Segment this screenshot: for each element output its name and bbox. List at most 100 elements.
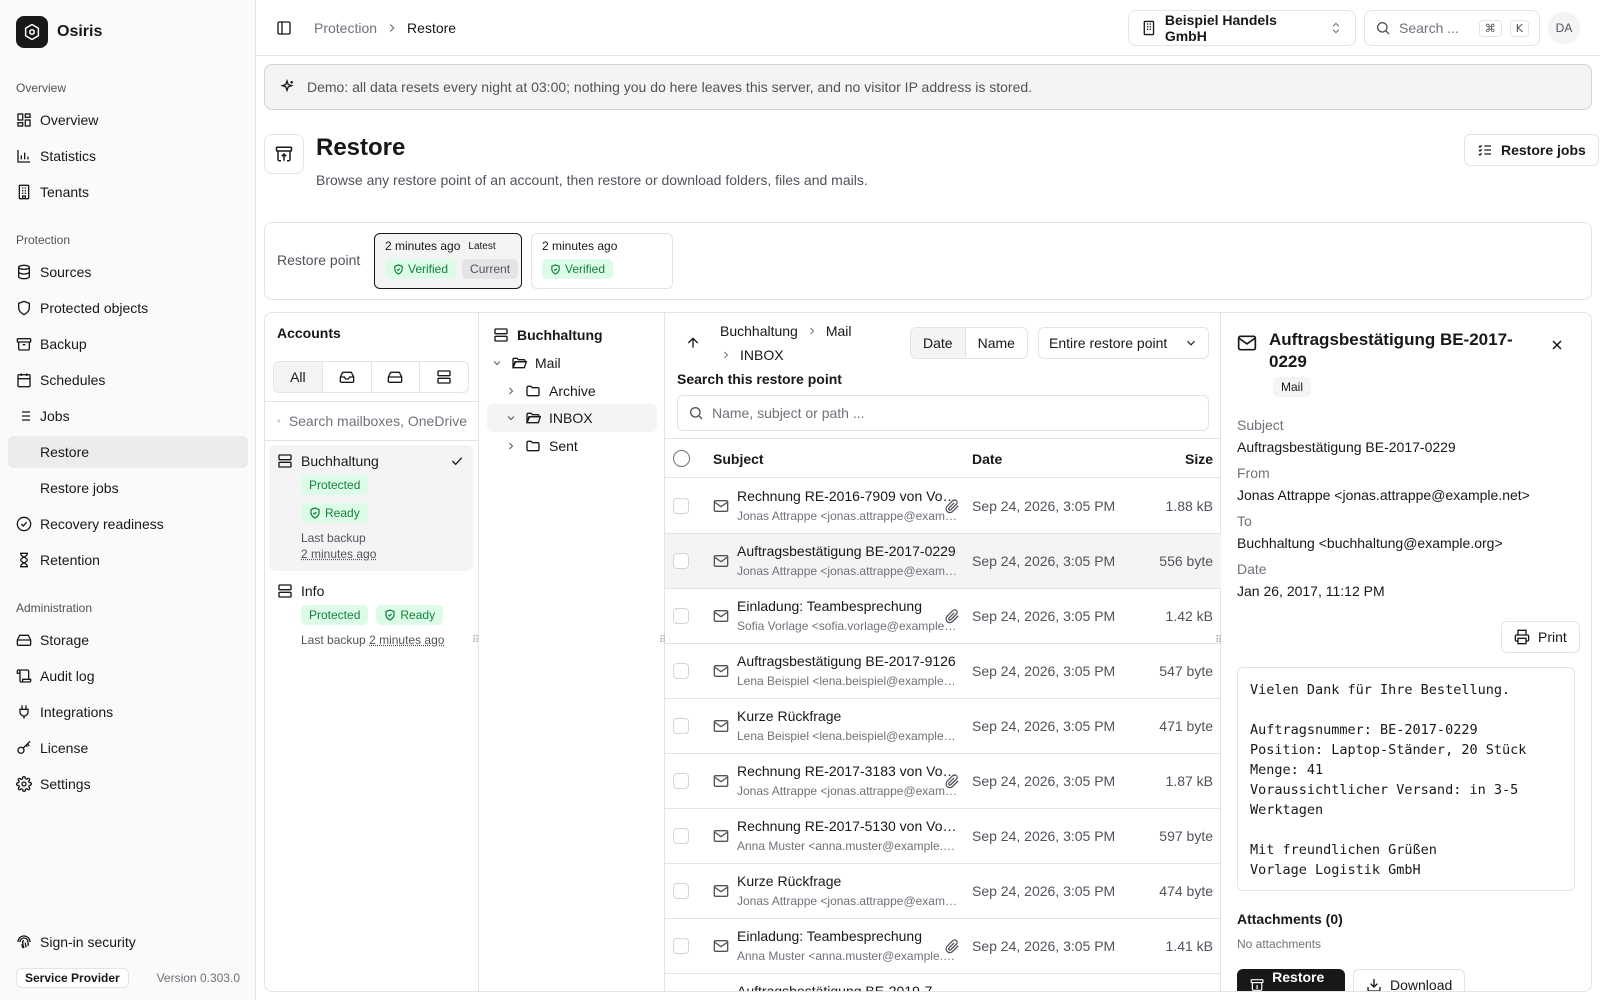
attachment-indicator	[945, 774, 960, 789]
sidebar-footer: Sign-in security Service Provider Versio…	[8, 926, 248, 1000]
tree-node-inbox[interactable]: INBOX	[505, 404, 593, 432]
tree-node-label: Mail	[535, 355, 561, 371]
row-checkbox[interactable]	[673, 773, 689, 789]
account-search-placeholder: Search mailboxes, OneDrive	[288, 413, 467, 429]
tree-node-account[interactable]: Buchhaltung	[493, 321, 603, 349]
row-checkbox[interactable]	[673, 663, 689, 679]
filter-server[interactable]	[420, 362, 468, 392]
sidebar-item-retention[interactable]: Retention	[8, 544, 248, 576]
filter-mailbox[interactable]	[323, 362, 372, 392]
account-item-buchhaltung[interactable]: Buchhaltung Protected Ready Last backup …	[269, 445, 473, 571]
tree-node-archive[interactable]: Archive	[505, 377, 596, 405]
paperclip-icon	[945, 499, 959, 514]
sort-by-name[interactable]: Name	[966, 328, 1027, 358]
restore-jobs-button[interactable]: Restore jobs	[1464, 134, 1599, 166]
restore-button[interactable]: Restore ...	[1237, 969, 1345, 991]
mail-icon	[713, 830, 729, 842]
row-checkbox[interactable]	[673, 718, 689, 734]
sidebar-item-sources[interactable]: Sources	[8, 256, 248, 288]
sidebar-item-protected-objects[interactable]: Protected objects	[8, 292, 248, 324]
print-button[interactable]: Print	[1501, 621, 1580, 653]
table-row[interactable]: Rechnung RE-2016-7909 von Vorlage Logist…	[665, 479, 1221, 534]
sidebar-item-label: Protected objects	[40, 300, 149, 316]
filter-drive[interactable]	[372, 362, 421, 392]
verified-label: Verified	[408, 262, 449, 276]
navigate-up-button[interactable]	[677, 327, 709, 359]
table-row[interactable]: Rechnung RE-2017-5130 von Vorlage Logist…	[665, 809, 1221, 864]
detail-fields: Subject Auftragsbestätigung BE-2017-0229…	[1237, 417, 1577, 609]
sidebar-item-schedules[interactable]: Schedules	[8, 364, 248, 396]
protected-badge: Protected	[301, 475, 369, 495]
account-item-info[interactable]: Info Protected Ready Last backup 2 minut…	[269, 575, 473, 655]
select-all-checkbox[interactable]	[673, 450, 690, 467]
column-header-date[interactable]: Date	[972, 451, 1002, 467]
mail-icon	[713, 775, 729, 787]
row-checkbox[interactable]	[673, 553, 689, 569]
no-attachments-text: No attachments	[1237, 937, 1322, 951]
resize-handle[interactable]: ⠿	[472, 635, 479, 649]
sidebar-item-label: Statistics	[40, 148, 97, 164]
mail-icon-wrap	[713, 718, 729, 734]
tree-node-sent[interactable]: Sent	[505, 432, 578, 460]
sidebar-item-restore[interactable]: Restore	[8, 436, 248, 468]
demo-banner: Demo: all data resets every night at 03:…	[264, 64, 1592, 110]
table-row[interactable]: Rechnung RE-2017-3183 von Vorlage Logist…	[665, 754, 1221, 809]
table-row[interactable]: Auftragsbestätigung BE-2017-0229 Jonas At…	[665, 534, 1221, 589]
tree-node-mail[interactable]: Mail	[491, 349, 561, 377]
table-row[interactable]: Einladung: Teambesprechung Anna Muster <a…	[665, 919, 1221, 974]
folder-open-icon	[526, 412, 541, 424]
sidebar-item-backup[interactable]: Backup	[8, 328, 248, 360]
global-search[interactable]: Search ... ⌘ K	[1364, 10, 1540, 46]
table-row[interactable]: Auftragsbestätigung BE-2017-9126 Lena Bei…	[665, 644, 1221, 699]
row-checkbox[interactable]	[673, 883, 689, 899]
restore-point-time: 2 minutes ago	[385, 239, 461, 253]
restore-point-card[interactable]: 2 minutes ago Verified	[531, 233, 673, 289]
restore-point-card[interactable]: 2 minutes ago Latest Verified Current	[374, 233, 522, 289]
sidebar-item-storage[interactable]: Storage	[8, 624, 248, 656]
sign-in-security-link[interactable]: Sign-in security	[8, 926, 248, 958]
sidebar-item-restore-jobs[interactable]: Restore jobs	[8, 472, 248, 504]
close-detail-button[interactable]	[1541, 329, 1573, 361]
sidebar-item-audit-log[interactable]: Audit log	[8, 660, 248, 692]
path-item[interactable]: Mail	[826, 323, 852, 339]
tenant-selector[interactable]: Beispiel Handels GmbH	[1128, 10, 1356, 46]
user-avatar[interactable]: DA	[1548, 12, 1580, 44]
sidebar-item-settings[interactable]: Settings	[8, 768, 248, 800]
mail-icon	[713, 555, 729, 567]
sidebar-item-integrations[interactable]: Integrations	[8, 696, 248, 728]
mail-icon-wrap	[713, 608, 729, 624]
attachments-heading: Attachments (0)	[1237, 911, 1343, 927]
page-title: Restore	[316, 134, 406, 161]
table-row[interactable]: Kurze Rückfrage Lena Beispiel <lena.beisp…	[665, 699, 1221, 754]
sidebar-item-recovery-readiness[interactable]: Recovery readiness	[8, 508, 248, 540]
accounts-panel: Accounts All Search mailboxes, OneDrive …	[265, 313, 479, 991]
tree-node-label: Archive	[549, 383, 596, 399]
filter-all[interactable]: All	[274, 362, 323, 392]
account-search-input[interactable]: Search mailboxes, OneDrive	[265, 401, 479, 441]
sidebar-item-overview[interactable]: Overview	[8, 104, 248, 136]
table-row[interactable]: Kurze Rückfrage Jonas Attrappe <jonas.att…	[665, 864, 1221, 919]
row-checkbox[interactable]	[673, 498, 689, 514]
sort-by-date[interactable]: Date	[911, 328, 966, 358]
column-header-size[interactable]: Size	[1185, 451, 1213, 467]
sidebar-item-statistics[interactable]: Statistics	[8, 140, 248, 172]
sidebar-item-license[interactable]: License	[8, 732, 248, 764]
sidebar-item-tenants[interactable]: Tenants	[8, 176, 248, 208]
brand[interactable]: Osiris	[16, 16, 102, 48]
dashboard-icon	[17, 113, 31, 127]
row-subject: Rechnung RE-2016-7909 von Vorlage Logist…	[737, 488, 957, 504]
row-checkbox[interactable]	[673, 938, 689, 954]
restore-point-search-input[interactable]: Name, subject or path ...	[677, 395, 1209, 431]
breadcrumb-item-protection[interactable]: Protection	[314, 20, 377, 36]
table-row[interactable]: Auftragsbestätigung BE-2019-7	[665, 974, 1221, 991]
scope-select[interactable]: Entire restore point	[1038, 327, 1209, 359]
sidebar-item-label: Sources	[40, 264, 92, 280]
column-header-subject[interactable]: Subject	[713, 451, 764, 467]
row-checkbox[interactable]	[673, 608, 689, 624]
sidebar-item-jobs[interactable]: Jobs	[8, 400, 248, 432]
table-row[interactable]: Einladung: Teambesprechung Sofia Vorlage …	[665, 589, 1221, 644]
toggle-sidebar-button[interactable]	[268, 12, 300, 44]
row-checkbox[interactable]	[673, 828, 689, 844]
path-item[interactable]: Buchhaltung	[720, 323, 798, 339]
download-button[interactable]: Download	[1353, 969, 1466, 991]
